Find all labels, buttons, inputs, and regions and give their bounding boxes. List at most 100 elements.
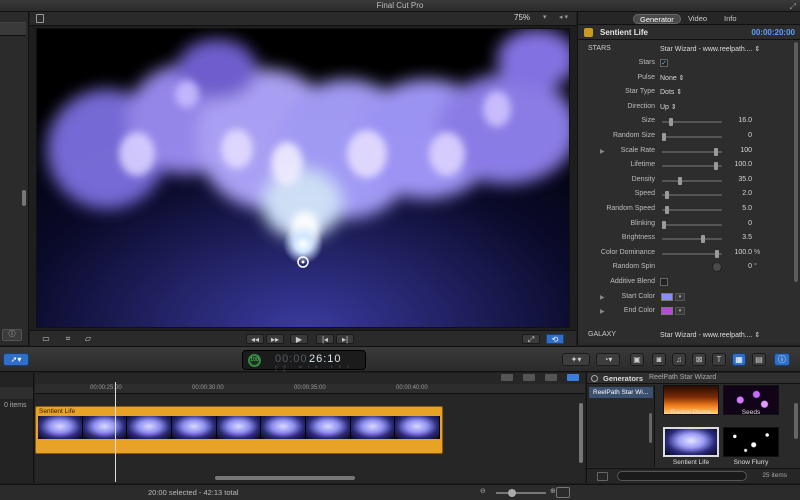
galaxy-section-header[interactable]: GALAXY Star Wizard - www.reelpath.... ⇕	[578, 328, 790, 342]
param-popup[interactable]: Dots ⇕	[660, 88, 682, 96]
param-slider[interactable]	[662, 176, 722, 185]
param-slider[interactable]	[662, 147, 722, 156]
dashboard-timecode[interactable]: 100 00:00 26:10 HR MIN SEC FR	[242, 350, 366, 373]
color-swatch[interactable]	[661, 307, 673, 316]
audio-skimming-icon[interactable]	[523, 374, 536, 381]
param-value[interactable]: 16.0	[720, 117, 752, 124]
background-tasks-icon[interactable]: 100	[248, 354, 261, 367]
param-slider[interactable]	[662, 220, 722, 229]
category-item-reelpath[interactable]: ReelPath Star Wi...	[589, 387, 653, 398]
timeline[interactable]: 00:00:25:00 00:00:30:00 00:00:35:00 00:0…	[35, 373, 585, 483]
color-picker-chevron-icon[interactable]: ▾	[675, 307, 685, 316]
loop-playback-button[interactable]: ⟲	[546, 334, 564, 344]
transitions-browser-icon[interactable]: ⊠	[692, 353, 706, 366]
param-slider[interactable]	[662, 118, 722, 127]
photos-browser-icon[interactable]: ◙	[652, 353, 666, 366]
clip-appearance-icon[interactable]	[501, 374, 514, 381]
play-button[interactable]: ▶	[290, 334, 308, 344]
solo-icon[interactable]	[545, 374, 558, 381]
zoom-out-icon[interactable]: ⊖	[480, 487, 486, 495]
param-slider[interactable]	[662, 206, 722, 214]
slider-knob[interactable]	[713, 147, 718, 156]
tab-info[interactable]: Info	[718, 14, 743, 24]
stars-section-header[interactable]: STARS Star Wizard - www.reelpath.... ⇕	[578, 42, 790, 56]
viewer-fullscreen-button[interactable]: ⤢	[522, 334, 540, 344]
slider-knob[interactable]	[662, 133, 666, 141]
zoom-track[interactable]	[496, 492, 546, 494]
slider-knob[interactable]	[701, 235, 706, 244]
param-value[interactable]: 0	[720, 263, 752, 270]
distort-icon[interactable]: ▱	[82, 334, 94, 344]
music-browser-icon[interactable]: ♫	[672, 353, 686, 366]
param-value[interactable]: 5.0	[720, 205, 752, 212]
go-to-end-button[interactable]: ▸|	[336, 334, 354, 344]
color-swatch[interactable]	[661, 292, 673, 301]
timeline-clip[interactable]: Sentient Life	[35, 406, 443, 454]
go-to-start-button[interactable]: |◂	[316, 334, 334, 344]
color-picker-chevron-icon[interactable]: ▾	[675, 292, 685, 301]
param-slider[interactable]	[662, 249, 722, 258]
param-popup[interactable]: Up ⇕	[660, 103, 677, 111]
timeline-ruler[interactable]: 00:00:25:00 00:00:30:00 00:00:35:00 00:0…	[35, 384, 585, 394]
generator-thumb-sentient-life[interactable]	[663, 427, 719, 457]
inspector-scrollbar[interactable]	[794, 42, 798, 282]
slider-knob[interactable]	[668, 118, 673, 127]
generators-scrollbar[interactable]	[794, 403, 798, 439]
zoom-chevron-down-icon[interactable]: ▾	[543, 13, 547, 21]
transform-icon[interactable]: ▭	[40, 334, 52, 344]
viewer-canvas[interactable]	[36, 28, 570, 328]
category-scrollbar[interactable]	[649, 413, 652, 443]
param-value[interactable]: 100.0	[720, 161, 752, 168]
browser-scrollbar[interactable]	[22, 190, 26, 206]
disclosure-triangle-icon[interactable]: ▶	[600, 294, 605, 301]
param-checkbox[interactable]	[660, 278, 668, 286]
clip-appearance-button[interactable]	[556, 487, 570, 498]
timeline-vertical-scrollbar[interactable]	[579, 403, 583, 463]
generators-search-input[interactable]	[617, 471, 747, 481]
slider-knob[interactable]	[662, 220, 666, 229]
snapping-icon[interactable]	[567, 374, 579, 381]
param-slider[interactable]	[662, 133, 722, 141]
sidebar-toggle-icon[interactable]	[597, 472, 608, 481]
zoom-knob[interactable]	[508, 489, 516, 497]
param-checkbox[interactable]: ✓	[660, 59, 668, 67]
inspector-toggle-icon[interactable]: ⓘ	[774, 353, 790, 366]
param-value[interactable]: 2.0	[720, 190, 752, 197]
param-value[interactable]: 0	[720, 132, 752, 139]
slider-knob[interactable]	[715, 249, 720, 258]
param-value[interactable]: 35.0	[720, 176, 752, 183]
param-slider[interactable]	[662, 191, 722, 200]
tab-video[interactable]: Video	[682, 14, 713, 24]
timeline-horizontal-scrollbar[interactable]	[215, 476, 355, 480]
generator-thumb-snow-flurry[interactable]	[723, 427, 779, 457]
stars-preset-popup[interactable]: Star Wizard - www.reelpath.... ⇕	[660, 45, 760, 53]
crop-icon[interactable]: ⌗	[62, 334, 74, 344]
previous-frame-button[interactable]: ◂◂	[246, 334, 264, 344]
disclosure-triangle-icon[interactable]: ▶	[600, 308, 605, 315]
tab-generator[interactable]: Generator	[633, 14, 681, 24]
view-options-menu[interactable]: ◂ ▾	[559, 13, 568, 21]
slider-knob[interactable]	[664, 206, 669, 214]
param-slider[interactable]	[662, 235, 722, 244]
galaxy-preset-popup[interactable]: Star Wizard - www.reelpath.... ⇕	[660, 331, 760, 339]
param-value[interactable]: 0	[720, 220, 752, 227]
next-frame-button[interactable]: ▸▸	[266, 334, 284, 344]
param-slider[interactable]	[662, 162, 722, 171]
generators-browser-icon[interactable]: ▦	[732, 353, 746, 366]
viewer-zoom-level[interactable]: 75%	[514, 13, 530, 22]
browser-info-icon[interactable]: ⓘ	[2, 329, 22, 341]
enhancements-menu-icon[interactable]: ✦▾	[562, 353, 590, 366]
retime-menu-icon[interactable]: ◔▾	[596, 353, 620, 366]
slider-knob[interactable]	[677, 176, 682, 185]
param-value[interactable]: 100	[720, 147, 752, 154]
param-value[interactable]: 100.0	[720, 249, 752, 256]
slider-knob[interactable]	[713, 162, 718, 171]
playhead[interactable]	[115, 382, 116, 482]
slider-knob[interactable]	[664, 191, 669, 200]
effects-browser-icon[interactable]: ▣	[630, 353, 644, 366]
titles-browser-icon[interactable]: T	[712, 353, 726, 366]
disclosure-triangle-icon[interactable]: ▶	[600, 148, 605, 155]
param-popup[interactable]: None ⇕	[660, 74, 685, 82]
param-value[interactable]: 3.5	[720, 234, 752, 241]
themes-browser-icon[interactable]: ▤	[752, 353, 766, 366]
